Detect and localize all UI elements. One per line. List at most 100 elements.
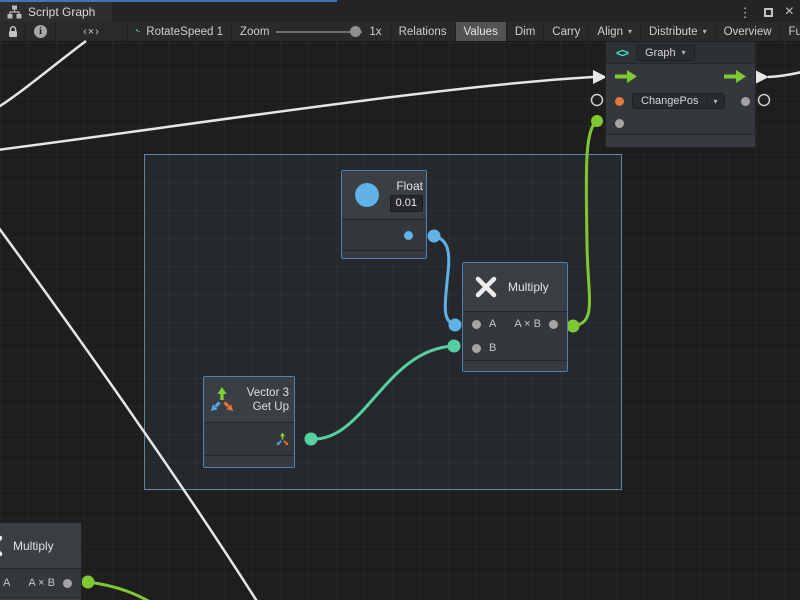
dim-toggle[interactable]: Dim — [506, 22, 543, 41]
graph-canvas[interactable]: Float 0.01 Multiply — [0, 42, 800, 600]
flow-output-port[interactable] — [724, 70, 746, 83]
multiply-input-b-port[interactable] — [472, 344, 481, 353]
node-footer — [204, 455, 294, 467]
float-type-icon — [355, 183, 379, 207]
node-multiply2-header: Multiply — [0, 523, 81, 568]
multiply-icon — [0, 533, 5, 559]
node-vector3-header: Vector 3 Get Up — [204, 377, 294, 422]
event-flow-row — [606, 64, 755, 89]
multiply-output-port[interactable] — [549, 320, 558, 329]
event-value-input-port[interactable] — [615, 119, 624, 128]
wire-multiply2-output[interactable] — [88, 582, 150, 600]
changepos-dropdown-value: ChangePos — [633, 94, 707, 108]
close-icon[interactable]: × — [785, 4, 794, 20]
align-menu-button[interactable]: Align ▾ — [588, 22, 640, 41]
graph-asset-name: RotateSpeed 1 — [146, 26, 223, 38]
node-multiply[interactable]: Multiply A A × B B — [462, 262, 568, 372]
graph-code-icon: <> — [616, 46, 628, 60]
relations-label: Relations — [399, 26, 447, 38]
lock-button[interactable] — [0, 22, 26, 41]
script-graph-window: Script Graph ⋮ × i ‹×› RotateS — [0, 0, 800, 600]
port-label: A — [489, 318, 496, 330]
chevron-down-icon: ▾ — [707, 96, 724, 107]
tab-title: Script Graph — [28, 5, 95, 19]
vector3-output-port[interactable] — [275, 432, 290, 447]
graph-dropdown[interactable]: Graph ▾ — [636, 45, 695, 61]
node-event-header: <> Graph ▾ — [606, 42, 755, 63]
graph-asset-selector[interactable]: RotateSpeed 1 — [128, 22, 232, 41]
graph-toolbar: i ‹×› RotateSpeed 1 Zoom 1x Relations Va… — [0, 22, 800, 42]
overview-label: Overview — [724, 26, 772, 38]
relations-toggle[interactable]: Relations — [390, 22, 455, 41]
node-float-header: Float 0.01 — [342, 171, 426, 219]
zoom-label: Zoom — [240, 26, 269, 38]
chevron-down-icon: ▾ — [682, 48, 686, 57]
code-brackets-icon: ‹×› — [83, 26, 100, 38]
multiply2-output-port[interactable] — [63, 579, 72, 588]
wire-offscreen-topleft[interactable] — [0, 41, 86, 108]
chevron-down-icon: ▾ — [703, 27, 707, 36]
zoom-slider[interactable] — [276, 31, 362, 33]
distribute-label: Distribute — [649, 26, 698, 38]
node-multiply-header: Multiply — [463, 263, 567, 311]
float-output-port[interactable] — [404, 231, 413, 240]
tab-bar: Script Graph ⋮ × — [0, 0, 800, 22]
node-footer — [606, 134, 755, 147]
multiply-input-a-port[interactable] — [472, 320, 481, 329]
distribute-menu-button[interactable]: Distribute ▾ — [640, 22, 715, 41]
float-output-row — [342, 220, 426, 250]
vector3-output-row — [204, 423, 294, 455]
carry-label: Carry — [552, 26, 580, 38]
info-button[interactable]: i — [26, 22, 56, 41]
changepos-dropdown[interactable]: ChangePos ▾ — [632, 93, 725, 109]
port-label: A — [3, 577, 10, 589]
unconnected-port-circle-left — [592, 95, 603, 106]
fullscreen-button[interactable]: Full Screen — [780, 22, 800, 41]
panel-menu-icon[interactable]: ⋮ — [739, 6, 752, 19]
node-title: Vector 3 — [247, 386, 289, 400]
wire-endpoint-dot — [591, 115, 603, 127]
vector3-icon — [208, 386, 236, 414]
node-graph-event[interactable]: <> Graph ▾ — [605, 41, 756, 148]
float-value-field[interactable]: 0.01 — [390, 195, 423, 212]
port-label: A × B — [514, 318, 541, 330]
overview-button[interactable]: Overview — [715, 22, 780, 41]
wire-into-event-node[interactable] — [0, 77, 593, 150]
port-label: A × B — [28, 577, 55, 589]
node-multiply-partial[interactable]: Multiply A A × B — [0, 522, 82, 600]
node-float[interactable]: Float 0.01 — [341, 170, 427, 259]
dim-label: Dim — [515, 26, 535, 38]
node-title: Multiply — [13, 539, 54, 553]
port-label: B — [489, 342, 496, 354]
event-output-port[interactable] — [741, 97, 750, 106]
node-footer — [342, 250, 426, 258]
align-label: Align — [597, 26, 623, 38]
edit-source-button[interactable]: ‹×› — [56, 22, 128, 41]
multiply2-row-a: A A × B — [0, 569, 81, 597]
node-vector3-get-up[interactable]: Vector 3 Get Up — [203, 376, 295, 468]
wire-endpoint-dot — [82, 576, 95, 589]
chevron-down-icon: ▾ — [628, 27, 632, 36]
node-subtitle: Get Up — [253, 400, 289, 414]
flow-input-port[interactable] — [615, 70, 637, 83]
event-input-port[interactable] — [615, 97, 624, 106]
flow-arrow-out — [755, 70, 769, 84]
graph-asset-icon — [136, 24, 140, 39]
maximize-icon[interactable] — [764, 8, 773, 17]
zoom-control: Zoom 1x — [232, 22, 390, 41]
unconnected-port-circle-right — [759, 95, 770, 106]
wire-out-of-event-node[interactable] — [768, 72, 800, 77]
tab-script-graph[interactable]: Script Graph — [0, 2, 112, 22]
event-target-row: ChangePos ▾ — [606, 89, 755, 113]
info-icon: i — [34, 25, 47, 38]
graph-dropdown-value: Graph — [645, 47, 676, 59]
zoom-value: 1x — [369, 26, 381, 38]
event-value-row — [606, 113, 755, 134]
node-title: Multiply — [508, 280, 549, 294]
zoom-slider-handle[interactable] — [350, 26, 361, 37]
multiply-icon — [473, 274, 499, 300]
multiply-row-a: A A × B — [463, 312, 567, 336]
lock-icon — [7, 25, 19, 38]
values-toggle[interactable]: Values — [455, 22, 506, 41]
carry-toggle[interactable]: Carry — [543, 22, 588, 41]
